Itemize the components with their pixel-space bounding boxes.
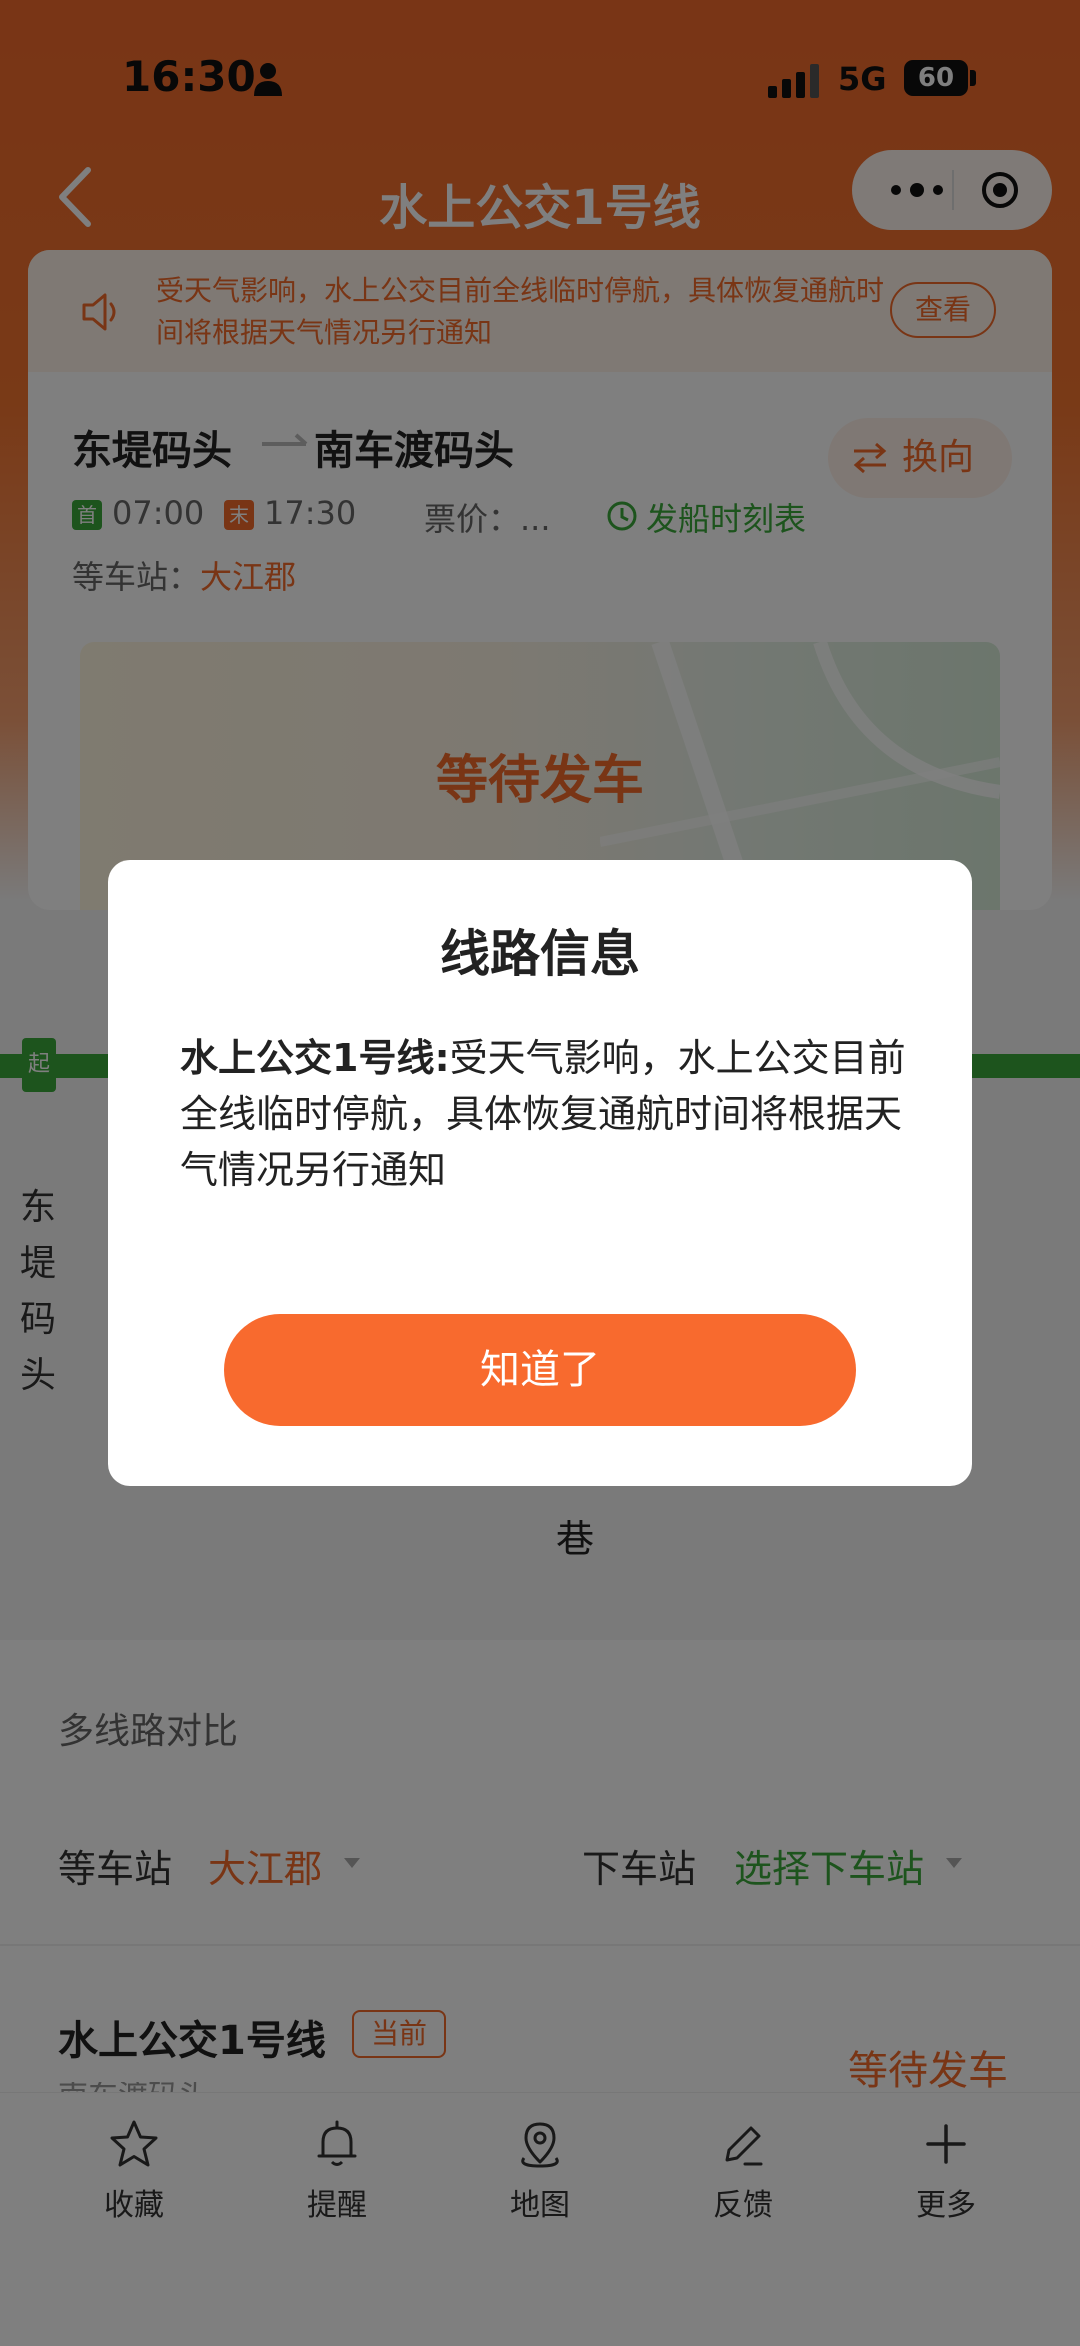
dialog-title: 线路信息 <box>440 925 640 983</box>
route-info-dialog: 线路信息 水上公交1号线:受天气影响，水上公交目前全线临时停航，具体恢复通航时间… <box>108 860 972 1486</box>
page: 16:30 5G 60 水上公交1号线 <box>0 0 1080 2346</box>
dialog-confirm-button[interactable]: 知道了 <box>224 1314 856 1426</box>
dialog-body-line-name: 水上公交1号线: <box>180 1036 450 1080</box>
dialog-body: 水上公交1号线:受天气影响，水上公交目前全线临时停航，具体恢复通航时间将根据天气… <box>180 1030 910 1198</box>
